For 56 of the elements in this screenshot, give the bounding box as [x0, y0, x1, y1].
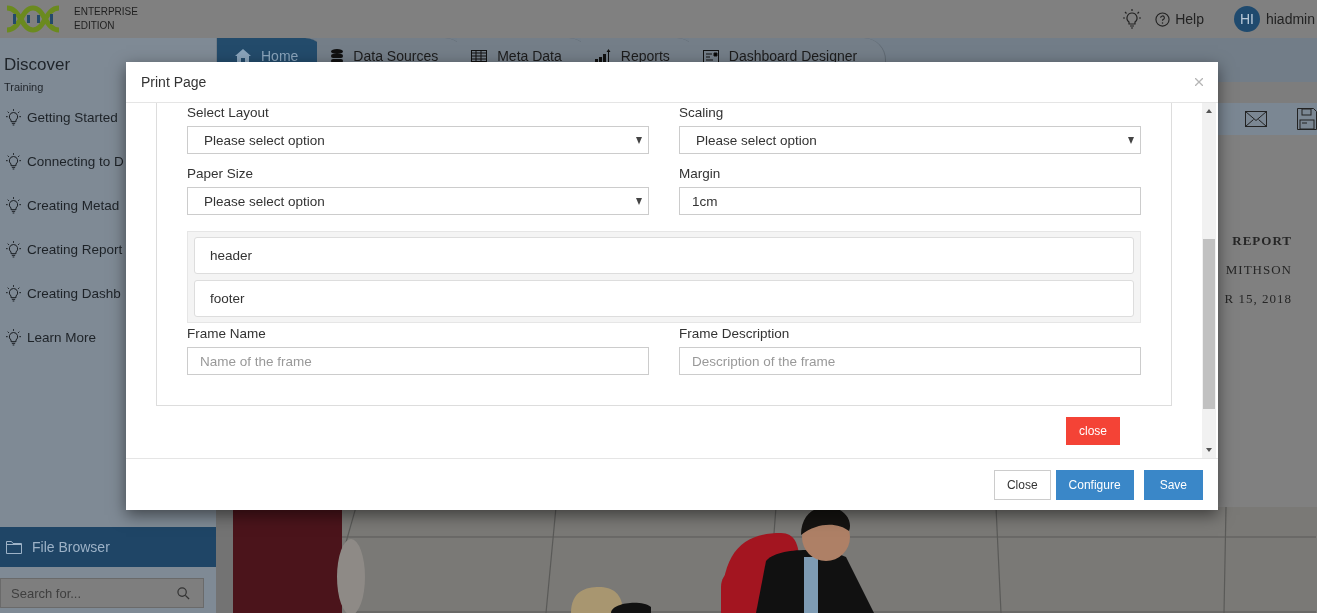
sidebar-item[interactable]: Learn More: [27, 329, 97, 345]
dialog-title: Print Page: [141, 74, 207, 90]
section-item[interactable]: footer: [194, 280, 1134, 317]
sidebar-item[interactable]: Getting Started: [27, 109, 118, 125]
lightbulb-icon[interactable]: [1123, 9, 1142, 29]
sidebar-item[interactable]: Creating Metad: [27, 197, 120, 213]
report-title-text: REPORT: [1232, 232, 1292, 250]
user-avatar[interactable]: HI: [1233, 6, 1260, 32]
dashboard-icon: [702, 49, 719, 63]
folder-icon: [6, 540, 22, 554]
lightbulb-icon: [6, 152, 21, 170]
input-field[interactable]: 1cm: [679, 187, 1141, 215]
dialog-button[interactable]: Save: [1143, 469, 1203, 500]
select-dropdown[interactable]: Please select option: [187, 187, 649, 215]
home-icon: [235, 49, 251, 63]
close-button[interactable]: close: [1066, 417, 1120, 445]
field-label: Select Layout: [187, 105, 270, 120]
sidebar-item[interactable]: Connecting to D: [27, 153, 124, 169]
lightbulb-icon: [6, 240, 21, 258]
help-link[interactable]: Help: [1175, 11, 1204, 27]
lightbulb-icon: [6, 328, 21, 346]
help-icon[interactable]: [1155, 11, 1171, 27]
user-name[interactable]: hiadmin: [1265, 11, 1315, 27]
sidebar-item[interactable]: Creating Report: [27, 241, 123, 257]
logo-icon: [5, 4, 61, 34]
sidebar-title: Discover: [4, 55, 71, 75]
lightbulb-icon: [6, 108, 21, 126]
dialog-button[interactable]: Close: [993, 469, 1051, 500]
select-dropdown[interactable]: Please select option: [679, 126, 1141, 154]
field-label: Margin: [679, 166, 722, 181]
sidebar-item[interactable]: Creating Dashb: [27, 285, 121, 301]
dialog-button[interactable]: Configure: [1055, 469, 1134, 500]
database-icon: [331, 49, 344, 63]
file-browser-label: File Browser: [32, 539, 110, 555]
input-field[interactable]: Name of the frame: [187, 347, 649, 375]
lightbulb-icon: [6, 196, 21, 214]
select-dropdown[interactable]: Please select option: [187, 126, 649, 154]
search-icon: [177, 587, 190, 600]
field-label: Frame Name: [187, 326, 267, 341]
scrollbar[interactable]: [1202, 103, 1216, 458]
section-item[interactable]: header: [194, 237, 1134, 274]
field-label: Paper Size: [187, 166, 255, 181]
edition-label: EDITION: [74, 19, 116, 33]
file-browser-bar[interactable]: File Browser: [0, 527, 216, 567]
report-title-text: R 15, 2018: [1224, 290, 1292, 308]
search-field[interactable]: Search for...: [0, 578, 204, 608]
lightbulb-icon: [6, 284, 21, 302]
field-label: Frame Description: [679, 326, 791, 341]
input-field[interactable]: Description of the frame: [679, 347, 1141, 375]
edition-label: ENTERPRISE: [74, 5, 138, 19]
field-label: Scaling: [679, 105, 725, 120]
save-icon[interactable]: [1297, 108, 1317, 130]
sidebar-subtitle: Training: [4, 81, 44, 93]
report-title-text: MITHSON: [1225, 261, 1292, 279]
mail-icon[interactable]: [1245, 111, 1267, 127]
table-icon: [471, 50, 488, 62]
